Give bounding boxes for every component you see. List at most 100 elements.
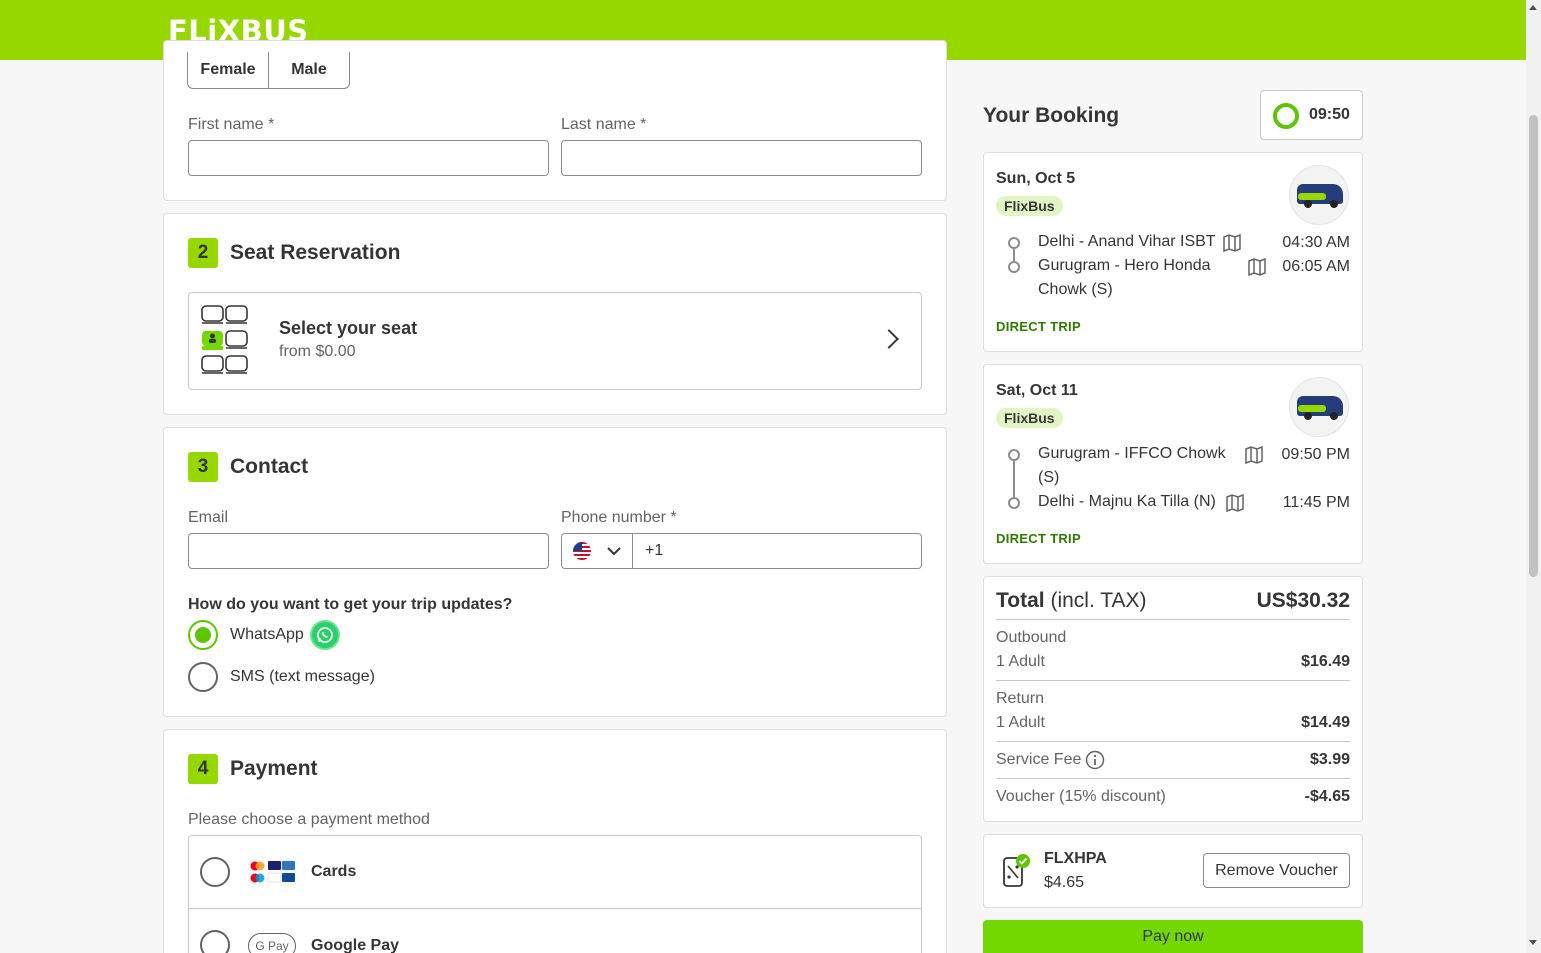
departure-stop: Gurugram - IFFCO Chowk (S) bbox=[1038, 442, 1226, 490]
info-icon[interactable] bbox=[1085, 750, 1105, 770]
email-label: Email bbox=[188, 509, 229, 526]
scroll-up-icon[interactable] bbox=[1529, 5, 1537, 10]
section-number-badge: 2 bbox=[188, 238, 218, 268]
trip-type: DIRECT TRIP bbox=[996, 319, 1081, 334]
arrival-time: 11:45 PM bbox=[1282, 494, 1350, 511]
chevron-down-icon bbox=[607, 547, 621, 556]
first-name-field[interactable] bbox=[188, 140, 549, 176]
divider bbox=[996, 619, 1350, 620]
voucher-discount-row: Voucher (15% discount) -$4.65 bbox=[996, 788, 1350, 806]
gender-male-button[interactable]: Male bbox=[268, 52, 349, 88]
divider bbox=[188, 908, 922, 909]
arrival-stop: Gurugram - Hero Honda Chowk (S) bbox=[1038, 254, 1211, 302]
scroll-thumb[interactable] bbox=[1529, 115, 1538, 577]
booking-timer: 09:50 bbox=[1260, 90, 1363, 140]
cards-radio[interactable] bbox=[200, 857, 230, 887]
us-flag-icon bbox=[573, 542, 591, 560]
departure-stop-line1: Gurugram - IFFCO Chowk bbox=[1038, 445, 1226, 462]
brand-badge: FlixBus bbox=[996, 196, 1063, 216]
arrival-stop-line2: Chowk (S) bbox=[1038, 281, 1113, 298]
outbound-label: Outbound bbox=[996, 629, 1067, 646]
voucher-code: FLXHPA bbox=[1044, 850, 1107, 867]
select-seat-title: Select your seat bbox=[279, 318, 418, 338]
bus-image bbox=[1289, 165, 1349, 225]
total-value: US$30.32 bbox=[1256, 589, 1350, 612]
whatsapp-icon bbox=[310, 620, 340, 650]
whatsapp-radio[interactable] bbox=[188, 620, 218, 650]
timer-ring-icon bbox=[1273, 103, 1299, 129]
gender-toggle: Female Male bbox=[187, 52, 350, 89]
sms-label[interactable]: SMS (text message) bbox=[230, 668, 375, 686]
cards-logos-icon bbox=[250, 861, 295, 883]
whatsapp-label[interactable]: WhatsApp bbox=[230, 626, 304, 644]
select-seat-button[interactable] bbox=[188, 292, 922, 390]
outbound-passengers: 1 Adult bbox=[996, 653, 1045, 670]
departure-stop: Delhi - Anand Vihar ISBT bbox=[1038, 233, 1216, 250]
section-number-badge: 4 bbox=[188, 754, 218, 784]
google-pay-radio[interactable] bbox=[200, 930, 230, 953]
map-icon[interactable] bbox=[1222, 233, 1242, 253]
payment-methods-list bbox=[188, 835, 922, 953]
departure-time: 09:50 PM bbox=[1281, 446, 1350, 463]
cards-label[interactable]: Cards bbox=[311, 863, 356, 881]
return-passengers: 1 Adult bbox=[996, 714, 1045, 731]
return-row: 1 Adult $14.49 bbox=[996, 714, 1350, 732]
bus-image bbox=[1289, 377, 1349, 437]
voucher-amount: $4.65 bbox=[1044, 874, 1085, 891]
service-fee-value: $3.99 bbox=[1309, 751, 1350, 768]
arrival-stop: Delhi - Majnu Ka Tilla (N) bbox=[1038, 493, 1216, 510]
seat-map-icon bbox=[201, 305, 248, 374]
country-code-select[interactable] bbox=[562, 534, 633, 568]
email-field[interactable] bbox=[188, 533, 549, 569]
stop-dot-icon bbox=[1008, 449, 1020, 461]
payment-section-title: Payment bbox=[230, 757, 318, 780]
first-name-label: First name * bbox=[188, 116, 275, 133]
remove-voucher-button[interactable]: Remove Voucher bbox=[1203, 853, 1350, 888]
last-name-label: Last name * bbox=[561, 116, 647, 133]
arrival-stop-line1: Gurugram - Hero Honda bbox=[1038, 257, 1211, 274]
phone-prefix: +1 bbox=[645, 542, 664, 559]
map-icon[interactable] bbox=[1247, 257, 1267, 277]
timer-value: 09:50 bbox=[1309, 106, 1350, 123]
seat-section-title: Seat Reservation bbox=[230, 241, 401, 264]
map-icon[interactable] bbox=[1244, 445, 1264, 465]
last-name-field[interactable] bbox=[561, 140, 922, 176]
payment-instruction: Please choose a payment method bbox=[188, 811, 430, 828]
voucher-discount-label: Voucher (15% discount) bbox=[996, 788, 1166, 805]
voucher-icon bbox=[1003, 854, 1030, 887]
scroll-down-icon[interactable] bbox=[1529, 940, 1537, 945]
outbound-row: 1 Adult $16.49 bbox=[996, 653, 1350, 671]
trip-date: Sat, Oct 11 bbox=[996, 382, 1078, 399]
arrival-time: 06:05 AM bbox=[1282, 258, 1350, 275]
departure-time: 04:30 AM bbox=[1282, 234, 1350, 251]
route-line bbox=[1013, 461, 1015, 497]
section-number-badge: 3 bbox=[188, 452, 218, 482]
total-label-bold: Total bbox=[996, 589, 1045, 612]
seat-price-from: from $0.00 bbox=[279, 343, 356, 360]
brand-badge: FlixBus bbox=[996, 408, 1063, 428]
pay-now-button[interactable]: Pay now bbox=[983, 920, 1363, 953]
outbound-price: $16.49 bbox=[1301, 653, 1350, 670]
page-scrollbar[interactable] bbox=[1526, 0, 1541, 953]
stop-dot-icon bbox=[1008, 261, 1020, 273]
stop-dot-icon bbox=[1008, 237, 1020, 249]
sms-radio[interactable] bbox=[188, 662, 218, 692]
map-icon[interactable] bbox=[1225, 493, 1245, 513]
updates-question: How do you want to get your trip updates… bbox=[188, 596, 513, 613]
route-line bbox=[1013, 249, 1015, 261]
google-pay-label[interactable]: Google Pay bbox=[311, 937, 399, 953]
divider bbox=[996, 778, 1350, 779]
departure-stop-line2: (S) bbox=[1038, 469, 1060, 486]
return-price: $14.49 bbox=[1301, 714, 1350, 731]
service-fee-label: Service Fee bbox=[996, 751, 1082, 768]
phone-label: Phone number * bbox=[561, 509, 677, 526]
total-label: Total (incl. TAX) bbox=[996, 589, 1147, 613]
stop-dot-icon bbox=[1008, 497, 1020, 509]
divider bbox=[996, 680, 1350, 681]
divider bbox=[996, 741, 1350, 742]
your-booking-title: Your Booking bbox=[983, 104, 1120, 127]
voucher-discount-value: -$4.65 bbox=[1304, 788, 1350, 805]
contact-section-title: Contact bbox=[230, 455, 309, 478]
trip-type: DIRECT TRIP bbox=[996, 531, 1081, 546]
gender-female-button[interactable]: Female bbox=[188, 52, 268, 88]
